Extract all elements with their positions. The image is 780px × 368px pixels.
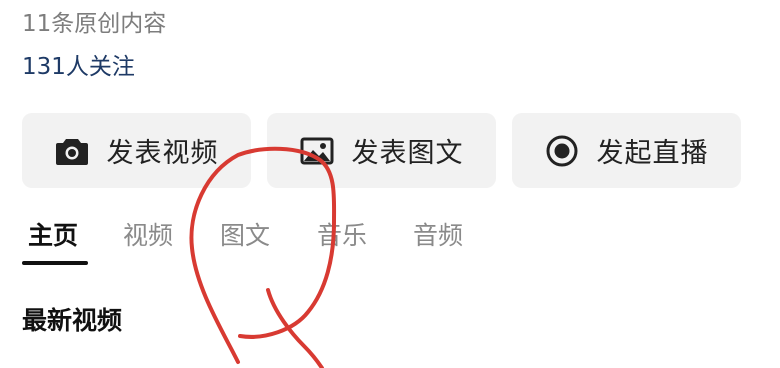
tab-video[interactable]: 视频 [123, 215, 173, 257]
post-image-text-label: 发表图文 [351, 138, 464, 169]
action-row: 发表视频 发表图文 发起直播 [22, 113, 741, 188]
camera-icon [55, 136, 89, 166]
post-video-button[interactable]: 发表视频 [22, 113, 251, 188]
image-icon [300, 136, 334, 166]
tab-image-text[interactable]: 图文 [220, 215, 270, 257]
live-record-icon [545, 134, 579, 168]
start-live-button[interactable]: 发起直播 [512, 113, 741, 188]
active-tab-indicator [22, 261, 88, 265]
original-content-count: 11条原创内容 [22, 11, 167, 37]
profile-tabs: 主页 视频 图文 音乐 音频 [0, 215, 780, 265]
post-image-text-button[interactable]: 发表图文 [267, 113, 496, 188]
start-live-label: 发起直播 [596, 138, 709, 169]
post-video-label: 发表视频 [106, 138, 219, 169]
tab-music[interactable]: 音乐 [317, 215, 367, 257]
followers-count[interactable]: 131人关注 [22, 51, 135, 83]
tab-home[interactable]: 主页 [28, 215, 78, 257]
tab-audio[interactable]: 音频 [413, 215, 463, 257]
latest-videos-heading: 最新视频 [22, 306, 123, 335]
